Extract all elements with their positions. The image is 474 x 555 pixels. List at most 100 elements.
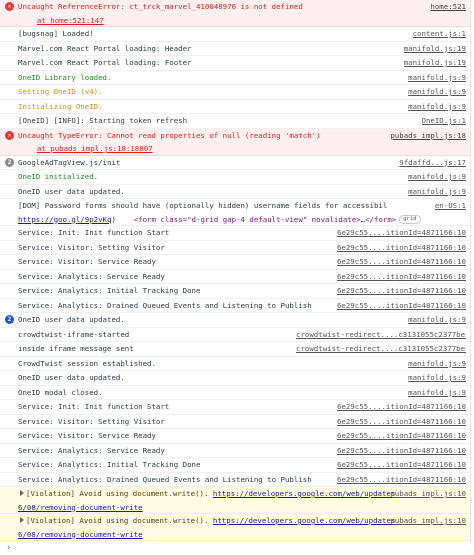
console-message: Service: Analytics: Service Ready <box>18 445 165 455</box>
source-link[interactable]: 6e29c55....itionId=4871166:10 <box>337 473 466 487</box>
source-link[interactable]: manifold.js:9 <box>408 371 466 385</box>
source-link[interactable]: pubads_impl.js:18 <box>390 129 466 143</box>
source-link[interactable]: manifold.js:9 <box>408 85 466 99</box>
violation-link[interactable]: https://developers.google.com/web/update… <box>213 489 396 498</box>
stack-trace: at pubads_impl.js:18:18807 <box>18 142 466 156</box>
source-link[interactable]: pubads_impl.js:10 <box>390 514 466 528</box>
error-icon: ✕ <box>5 2 14 11</box>
console-message: Service: Analytics: Initial Tracking Don… <box>18 460 201 469</box>
console-log-row: Marvel.com React Portal loading: Header … <box>0 42 470 56</box>
console-message: Service: Init: Init function Start <box>18 402 170 411</box>
stack-link[interactable]: at pubads_impl.js:18:18807 <box>37 144 153 153</box>
console-message: Initializing OneID. <box>18 101 103 111</box>
source-link[interactable]: manifold.js:9 <box>408 100 466 114</box>
console-message: OneID initialized. <box>18 172 99 181</box>
console-log-row: Service: Analytics: Service Ready 6e29c55… <box>0 270 470 284</box>
source-link[interactable]: content.js:1 <box>413 27 466 41</box>
console-log-row: [bugsnag] Loaded! content.js:1 <box>0 27 470 42</box>
source-link[interactable]: manifold.js:9 <box>408 313 466 327</box>
stack-trace: at home:521:147 <box>18 14 466 28</box>
console-message: OneID user data updated. <box>18 373 125 382</box>
console-message: OneID modal closed. <box>18 387 103 397</box>
console-log-row: Service: Visitor: Setting Visitor 6e29c55… <box>0 415 470 429</box>
violation-row[interactable]: [Violation] Avoid using document.write()… <box>0 487 470 514</box>
console-log-row: Service: Analytics: Service Ready 6e29c55… <box>0 444 470 458</box>
console-log-row: Marvel.com React Portal loading: Footer … <box>0 56 470 71</box>
source-link[interactable]: manifold.js:9 <box>408 185 466 199</box>
console-log-row: Service: Visitor: Setting Visitor 6e29c55… <box>0 241 470 255</box>
console-message: Uncaught TypeError: Cannot read properti… <box>18 130 321 140</box>
violation-link-continued: 6/08/removing-document-write <box>18 528 466 542</box>
source-link[interactable]: crowdtwist-redirect....c3131055c2377bec:… <box>296 342 466 356</box>
form-element-tag[interactable]: <form class="d-grid gap-4 default-view" … <box>134 215 361 224</box>
console-message: [OneID] [INFO]: Starting token refresh <box>18 116 188 125</box>
source-link[interactable]: pubads_impl.js:10 <box>390 487 466 501</box>
expand-triangle-icon[interactable] <box>20 517 24 523</box>
source-link[interactable]: manifold.js:19 <box>404 56 466 70</box>
prompt-chevron-icon: › <box>6 543 12 553</box>
console-error-row[interactable]: ✕ Uncaught ReferenceError: ct_trck_marve… <box>0 0 470 27</box>
console-log-row: OneID user data updated. manifold.js:9 <box>0 371 470 386</box>
violation-link[interactable]: https://developers.google.com/web/update… <box>213 516 396 525</box>
console-message: Service: Visitor: Setting Visitor <box>18 416 165 426</box>
violation-link-continued: 6/08/removing-document-write <box>18 501 466 515</box>
console-message: Service: Analytics: Drained Queued Event… <box>18 474 312 484</box>
source-link[interactable]: manifold.js:9 <box>408 170 466 184</box>
source-link[interactable]: 6e29c55....itionId=4871166:10 <box>337 415 466 429</box>
source-link[interactable]: 6e29c55....itionId=4871166:10 <box>337 429 466 443</box>
console-message: Service: Analytics: Drained Queued Event… <box>18 300 312 310</box>
source-link[interactable]: 6e29c55....itionId=4871166:10 <box>337 284 466 298</box>
console-message: Marvel.com React Portal loading: Footer <box>18 58 192 67</box>
console-message: [bugsnag] Loaded! <box>18 29 94 38</box>
source-link[interactable]: 6e29c55....itionId=4871166:10 <box>337 241 466 255</box>
console-message: OneID Library loaded. <box>18 72 112 82</box>
console-error-row[interactable]: ✕ Uncaught TypeError: Cannot read proper… <box>0 128 470 156</box>
violation-link-cont[interactable]: 6/08/removing-document-write <box>18 503 143 512</box>
violation-link-cont[interactable]: 6/08/removing-document-write <box>18 530 143 539</box>
console-message: Service: Analytics: Initial Tracking Don… <box>18 286 201 295</box>
stack-link[interactable]: at home:521:147 <box>37 16 104 25</box>
console-message: Service: Visitor: Service Ready <box>18 431 156 440</box>
expand-triangle-icon[interactable] <box>20 490 24 496</box>
console-log-row: Initializing OneID. manifold.js:9 <box>0 100 470 114</box>
console-log-row: CrowdTwist session established. manifold.… <box>0 357 470 371</box>
source-link[interactable]: 6e29c55....itionId=4871166:10 <box>337 226 466 240</box>
form-close-tag: </form> <box>365 214 397 224</box>
console-message: CrowdTwist session established. <box>18 358 156 368</box>
console-log-row: Setting OneID (v4). manifold.js:9 <box>0 85 470 100</box>
source-link[interactable]: 6e29c55....itionId=4871166:10 <box>337 270 466 284</box>
source-link[interactable]: en-US:1 <box>435 199 466 213</box>
console-log-row: Service: Analytics: Drained Queued Event… <box>0 473 470 487</box>
violation-row[interactable]: [Violation] Avoid using document.write()… <box>0 514 470 541</box>
console-message: Service: Init: Init function Start <box>18 228 170 237</box>
source-link[interactable]: home:521 <box>430 0 466 14</box>
console-log-row: 2 GoogleAdTagView.js/init 9fdaffd...js:1… <box>0 156 470 170</box>
source-link[interactable]: 6e29c55....itionId=4871166:10 <box>337 299 466 313</box>
console-log-row: Service: Init: Init function Start 6e29c5… <box>0 226 470 241</box>
console-log-row: Service: Analytics: Initial Tracking Don… <box>0 458 470 473</box>
more-info-link[interactable]: https://goo.gl/9p2vKq <box>18 215 111 224</box>
source-link[interactable]: manifold.js:9 <box>408 71 466 85</box>
console-message: crowdtwist-iframe-started <box>18 329 130 339</box>
source-link[interactable]: 6e29c55....itionId=4871166:10 <box>337 444 466 458</box>
console-message: GoogleAdTagView.js/init <box>18 157 121 167</box>
source-link[interactable]: manifold.js:9 <box>408 357 466 371</box>
devtools-console: ✕ Uncaught ReferenceError: ct_trck_marve… <box>0 0 471 553</box>
violation-message: [Violation] Avoid using document.write()… <box>18 487 396 501</box>
source-link[interactable]: OneID.js:1 <box>422 114 467 128</box>
grid-badge[interactable]: grid <box>399 215 421 224</box>
console-message: Uncaught ReferenceError: ct_trck_marvel_… <box>18 2 303 11</box>
source-link[interactable]: 9fdaffd...js:17 <box>399 156 466 170</box>
source-link[interactable]: manifold.js:9 <box>408 386 466 400</box>
console-log-row: Service: Visitor: Service Ready 6e29c55..… <box>0 429 470 444</box>
source-link[interactable]: 6e29c55....itionId=4871166:10 <box>337 458 466 472</box>
console-message: Service: Analytics: Service Ready <box>18 271 165 281</box>
console-message: inside iframe message sent <box>18 344 134 353</box>
console-log-row: Service: Init: Init function Start 6e29c5… <box>0 400 470 415</box>
console-log-row: Service: Analytics: Drained Queued Event… <box>0 299 470 313</box>
console-prompt[interactable]: › <box>0 541 470 555</box>
source-link[interactable]: 6e29c55....itionId=4871166:10 <box>337 400 466 414</box>
source-link[interactable]: 6e29c55....itionId=4871166:10 <box>337 255 466 269</box>
source-link[interactable]: crowdtwist-redirect....c3131055c2377bec:… <box>296 328 466 342</box>
source-link[interactable]: manifold.js:19 <box>404 42 466 56</box>
